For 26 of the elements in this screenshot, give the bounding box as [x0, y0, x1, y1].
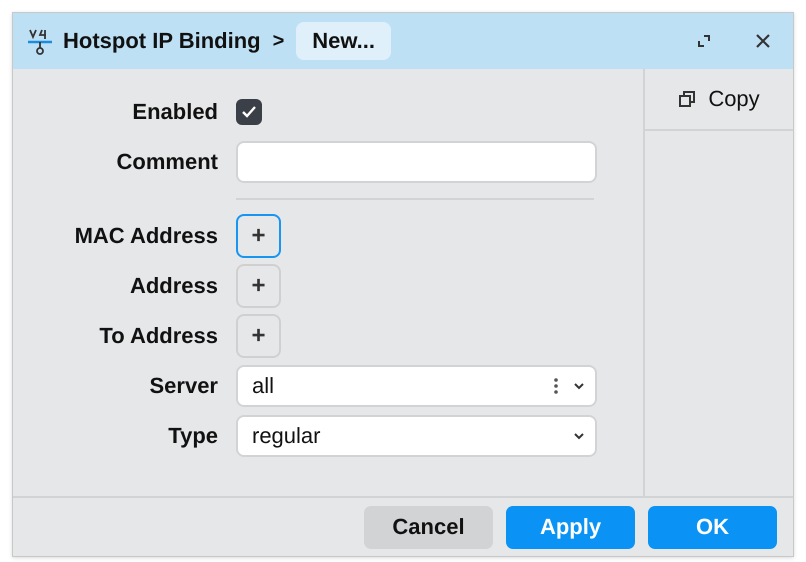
- checkbox[interactable]: [236, 99, 262, 125]
- field-label: MAC Address: [74, 223, 218, 249]
- more-icon[interactable]: [553, 377, 559, 395]
- select-field[interactable]: all: [236, 365, 597, 407]
- close-icon[interactable]: [755, 33, 771, 49]
- field-label: Type: [167, 423, 218, 449]
- breadcrumb-separator: >: [272, 30, 284, 52]
- add-button[interactable]: +: [236, 214, 281, 258]
- copy-icon: [678, 90, 696, 108]
- add-button[interactable]: +: [236, 314, 281, 358]
- select-field[interactable]: regular: [236, 415, 597, 457]
- window-title: Hotspot IP Binding: [63, 28, 261, 54]
- field-label: To Address: [98, 323, 218, 349]
- field-label: Enabled: [131, 99, 218, 125]
- maximize-icon[interactable]: [697, 34, 711, 48]
- breadcrumb-item[interactable]: New...: [296, 22, 392, 60]
- chevron-down-icon[interactable]: [573, 432, 585, 440]
- field-label: Server: [148, 373, 218, 399]
- comment-field[interactable]: [236, 141, 597, 183]
- add-button[interactable]: +: [236, 264, 281, 308]
- copy-button[interactable]: Copy: [645, 69, 793, 131]
- field-label: Address: [128, 273, 218, 299]
- field-label: Comment: [116, 149, 218, 175]
- chevron-down-icon[interactable]: [573, 382, 585, 390]
- cancel-button[interactable]: Cancel: [364, 506, 493, 548]
- checkmark-icon: [241, 105, 257, 119]
